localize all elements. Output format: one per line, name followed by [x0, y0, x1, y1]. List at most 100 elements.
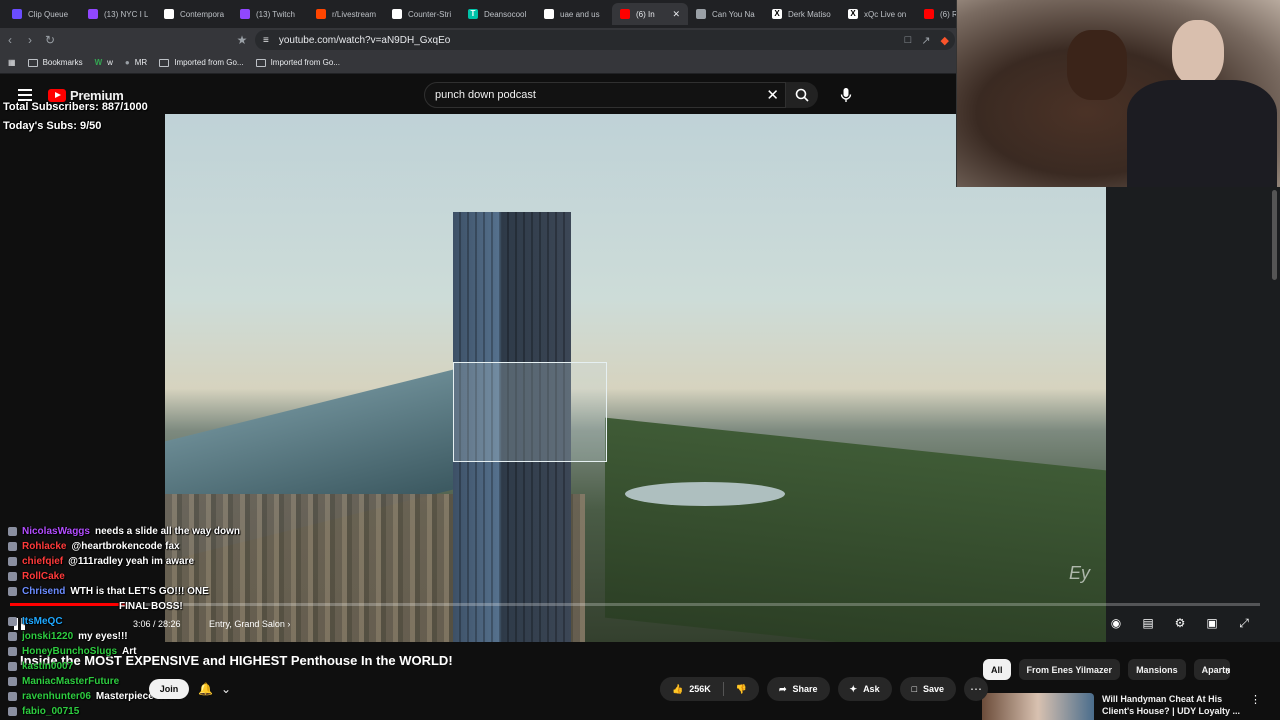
save-button[interactable]: □ Save	[899, 677, 957, 701]
search-button[interactable]	[786, 82, 818, 108]
ask-label: Ask	[863, 684, 880, 694]
chat-message: FINAL BOSS!	[8, 599, 308, 614]
recommended-title[interactable]: Will Handyman Cheat At His Client's Hous…	[1102, 693, 1242, 720]
site-settings-icon[interactable]: ≡	[263, 35, 269, 46]
browser-tab[interactable]: Contempora	[156, 3, 232, 25]
captions-icon[interactable]: ▤	[1140, 616, 1156, 631]
chat-username: ItsMeQC	[22, 616, 63, 627]
chat-text: Art	[122, 646, 137, 657]
ask-button[interactable]: ✦ Ask	[837, 677, 892, 701]
autoplay-toggle-icon[interactable]: ◉	[1108, 616, 1124, 631]
browser-tab[interactable]: uae and us	[536, 3, 612, 25]
settings-gear-icon[interactable]: ⚙	[1172, 616, 1188, 631]
tab-title: Counter-Stri	[408, 9, 452, 19]
channel-watermark-icon[interactable]: Ey	[1069, 563, 1090, 584]
chip-apartments[interactable]: Apartm	[1193, 659, 1230, 680]
browser-tab[interactable]: Can You Na	[688, 3, 764, 25]
chat-badge-icon	[8, 527, 17, 536]
notifications-button[interactable]: 🔔 ⌄	[198, 679, 242, 699]
bookmark-star-icon[interactable]: ★	[232, 33, 252, 47]
like-button[interactable]: 👍 256K	[660, 677, 723, 701]
share-button[interactable]: ➦ Share	[766, 677, 830, 701]
tab-favicon-icon	[924, 9, 934, 19]
microphone-icon	[840, 88, 852, 102]
browser-tab[interactable]: Clip Queue	[4, 3, 80, 25]
clear-search-icon[interactable]: ✕	[766, 86, 779, 104]
browser-tab[interactable]: XxQc Live on	[840, 3, 916, 25]
chat-message: jonski1220 my eyes!!!	[8, 629, 308, 644]
share-icon: ➦	[778, 683, 787, 694]
browser-tab[interactable]: (13) NYC I Lo	[80, 3, 156, 25]
chat-username: HoneyBunchoSlugs	[22, 646, 118, 657]
tab-title: Can You Na	[712, 9, 755, 19]
chat-text: WTH is that LET'S GO!!! ONE	[70, 586, 209, 597]
chat-username: Chrisend	[22, 586, 66, 597]
bookmark-item[interactable]: Bookmarks	[27, 58, 83, 67]
bookmark-item[interactable]: Ww	[95, 58, 113, 67]
video-scene-park	[605, 417, 1106, 642]
video-scene-penthouse-glass	[453, 362, 607, 462]
chat-badge-icon	[8, 662, 17, 671]
chat-username: ravenhunter06	[22, 691, 91, 702]
chat-username: RollCake	[22, 571, 65, 582]
brave-shield-icon[interactable]: ◆	[941, 34, 949, 47]
browser-tab[interactable]: (6) In ✕	[612, 3, 688, 25]
chips-next-icon[interactable]: ›	[1226, 664, 1230, 678]
share-page-icon[interactable]: ↗	[921, 34, 930, 47]
recommended-menu-icon[interactable]: ⋮	[1250, 693, 1261, 720]
chat-message: Chrisend WTH is that LET'S GO!!! ONE	[8, 584, 308, 599]
share-label: Share	[792, 684, 818, 694]
recommended-video[interactable]: Will Handyman Cheat At His Client's Hous…	[982, 693, 1262, 720]
search-icon	[795, 88, 809, 102]
browser-tab[interactable]: r/Livestream	[308, 3, 384, 25]
chat-message: chiefqief @111radley yeah im aware	[8, 554, 308, 569]
search-input[interactable]: punch down podcast ✕	[424, 82, 786, 108]
install-icon[interactable]: □	[905, 34, 912, 47]
browser-tab[interactable]: (13) Twitch	[232, 3, 308, 25]
chat-text: @111radley yeah im aware	[68, 556, 195, 567]
tab-favicon-icon	[696, 9, 706, 19]
browser-tab[interactable]: T Deansocool	[460, 3, 536, 25]
reload-icon[interactable]: ↻	[40, 33, 60, 47]
tab-favicon-icon	[88, 9, 98, 19]
tab-title: (6) In	[636, 9, 655, 19]
miniplayer-icon[interactable]: ▣	[1204, 616, 1220, 631]
thumbs-down-icon: 👎	[735, 683, 747, 694]
back-icon[interactable]: ‹	[0, 33, 20, 47]
url-bar[interactable]: ≡ youtube.com/watch?v=aN9DH_GxqEo □ ↗ ◆	[255, 30, 955, 50]
forward-icon[interactable]: ›	[20, 33, 40, 47]
search-query[interactable]: punch down podcast	[435, 89, 536, 101]
tab-favicon-icon: T	[468, 9, 478, 19]
fullscreen-icon[interactable]: ⤢	[1236, 616, 1252, 631]
tab-title: Contempora	[180, 9, 224, 19]
like-dislike-group: 👍 256K 👎	[660, 677, 759, 701]
chat-message: ItsMeQC	[8, 614, 308, 629]
voice-search-button[interactable]	[832, 82, 860, 108]
bookmark-item[interactable]: Imported from Go...	[159, 58, 244, 67]
dislike-button[interactable]: 👎	[723, 677, 759, 701]
chat-badge-icon	[8, 632, 17, 641]
bell-icon: 🔔	[198, 682, 213, 696]
join-button[interactable]: Join	[149, 679, 189, 699]
browser-tab[interactable]: Counter-Stri	[384, 3, 460, 25]
chat-text: @heartbrokencode fax	[71, 541, 180, 552]
chat-badge-icon	[8, 557, 17, 566]
chip-mansions[interactable]: Mansions	[1128, 659, 1186, 680]
chat-username: NicolasWaggs	[22, 526, 90, 537]
bookmark-item[interactable]: Imported from Go...	[255, 58, 340, 67]
url-text[interactable]: youtube.com/watch?v=aN9DH_GxqEo	[279, 35, 450, 46]
video-actions: 👍 256K 👎 ➦ Share ✦ Ask □ Save ⋯	[660, 677, 989, 701]
browser-tab[interactable]: X Derk Matiso	[764, 3, 840, 25]
more-actions-icon[interactable]: ⋯	[964, 677, 989, 701]
apps-grid-icon[interactable]: ▦	[8, 58, 16, 67]
scrollbar[interactable]	[1272, 190, 1277, 280]
chat-message: Rohlacke @heartbrokencode fax	[8, 539, 308, 554]
chip-from-channel[interactable]: From Enes Yilmazer	[1018, 659, 1121, 680]
tab-favicon-icon	[164, 9, 174, 19]
recommended-thumbnail[interactable]	[982, 693, 1094, 720]
bookmark-item[interactable]: ● MR	[125, 58, 147, 67]
chat-badge-icon	[8, 542, 17, 551]
close-tab-icon[interactable]: ✕	[672, 9, 680, 20]
sparkle-icon: ✦	[849, 683, 858, 694]
chat-badge-icon	[8, 587, 17, 596]
